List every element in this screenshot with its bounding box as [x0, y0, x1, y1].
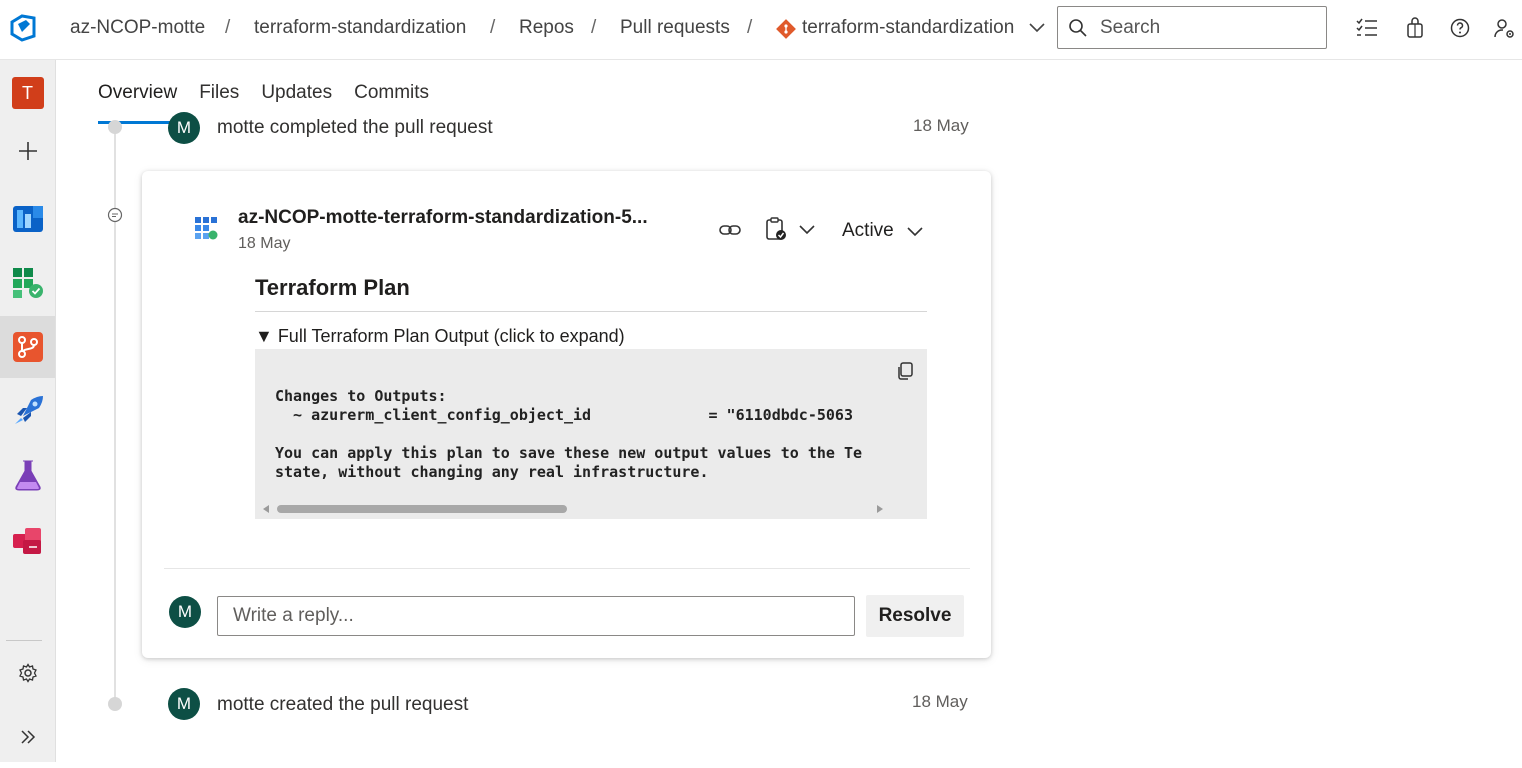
event-completed-text: motte completed the pull request: [217, 117, 493, 138]
code-block: Changes to Outputs: ~ azurerm_client_con…: [255, 349, 927, 519]
comment-marker-icon: [107, 207, 123, 223]
project-settings-button[interactable]: [0, 642, 55, 704]
chevron-down-icon: [799, 225, 815, 235]
plan-title: Terraform Plan: [255, 275, 410, 300]
shopping-bag-icon[interactable]: [1403, 16, 1427, 40]
help-icon[interactable]: [1448, 16, 1472, 40]
work-item-menu-button[interactable]: [764, 216, 820, 244]
breadcrumb-pull-requests[interactable]: Pull requests: [620, 17, 730, 39]
project-initial: T: [11, 77, 44, 109]
divider: [255, 311, 927, 312]
rail-divider: [6, 640, 42, 641]
overview-icon: [12, 206, 43, 232]
sidebar-item-overview[interactable]: [0, 186, 55, 248]
horizontal-scrollbar[interactable]: [261, 503, 885, 515]
chevron-down-icon: [907, 227, 923, 237]
repos-icon: [12, 332, 43, 362]
top-bar: az-NCOP-motte / terraform-standardizatio…: [0, 0, 1522, 60]
sidebar-item-test-plans[interactable]: [0, 444, 55, 506]
avatar: M: [169, 596, 201, 628]
resolve-button[interactable]: Resolve: [866, 595, 964, 637]
breadcrumb-repos[interactable]: Repos: [519, 17, 574, 39]
artifacts-icon: [12, 528, 41, 554]
new-item-button[interactable]: [0, 120, 55, 182]
settings-icon: [18, 663, 37, 683]
comment-thread-card: az-NCOP-motte-terraform-standardization-…: [142, 171, 991, 658]
search-icon: [1069, 19, 1087, 37]
event-completed-date: 18 May: [913, 116, 969, 135]
link-icon[interactable]: [718, 218, 742, 242]
sidebar-item-repos[interactable]: [0, 316, 55, 378]
pipelines-icon: [14, 396, 43, 424]
scroll-right-icon[interactable]: [877, 505, 883, 513]
chevron-down-icon[interactable]: [1028, 20, 1046, 34]
user-settings-icon[interactable]: [1492, 16, 1516, 40]
left-navigation-rail: T: [0, 60, 56, 762]
expand-rail-button[interactable]: [0, 706, 55, 768]
avatar: M: [168, 112, 200, 144]
search-box[interactable]: [1057, 6, 1327, 49]
event-created-date: 18 May: [912, 692, 968, 711]
boards-icon: [12, 268, 43, 298]
scrollbar-thumb[interactable]: [277, 505, 567, 513]
copy-icon[interactable]: [895, 361, 915, 381]
git-repo-icon: [776, 19, 796, 39]
add-icon: [18, 142, 37, 160]
breadcrumb-repo[interactable]: terraform-standardization: [802, 17, 1014, 39]
breadcrumb-separator: /: [490, 17, 496, 38]
reply-input[interactable]: [217, 596, 855, 636]
scroll-left-icon[interactable]: [263, 505, 269, 513]
breadcrumb-org[interactable]: az-NCOP-motte: [70, 17, 205, 39]
timeline-dot: [108, 697, 122, 711]
thread-date: 18 May: [238, 235, 291, 252]
breadcrumb-project[interactable]: terraform-standardization: [254, 17, 466, 39]
thread-status-dropdown[interactable]: Active: [842, 218, 924, 244]
sidebar-item-boards[interactable]: [0, 252, 55, 314]
avatar: M: [168, 688, 200, 720]
task-list-icon[interactable]: [1355, 16, 1379, 40]
test-plans-icon: [14, 460, 41, 491]
search-input[interactable]: [1100, 15, 1315, 41]
expand-icon: [20, 730, 35, 744]
breadcrumb-separator: /: [591, 17, 597, 38]
sidebar-item-pipelines[interactable]: [0, 380, 55, 442]
tab-overview[interactable]: Overview: [98, 80, 178, 124]
plan-output-code: Changes to Outputs: ~ azurerm_client_con…: [275, 387, 862, 481]
timeline-dot: [108, 120, 122, 134]
divider: [164, 568, 970, 569]
build-service-icon: [195, 217, 218, 240]
sidebar-item-artifacts[interactable]: [0, 508, 55, 570]
azure-devops-logo-icon[interactable]: [8, 12, 40, 44]
thread-author[interactable]: az-NCOP-motte-terraform-standardization-…: [238, 207, 648, 229]
project-tile[interactable]: T: [0, 62, 55, 124]
plan-output-toggle[interactable]: ▼ Full Terraform Plan Output (click to e…: [255, 326, 625, 347]
clipboard-check-icon: [766, 217, 786, 240]
breadcrumb-separator: /: [225, 17, 231, 38]
event-created-text: motte created the pull request: [217, 694, 469, 715]
thread-status: Active: [842, 220, 894, 241]
breadcrumb-separator: /: [747, 17, 753, 38]
